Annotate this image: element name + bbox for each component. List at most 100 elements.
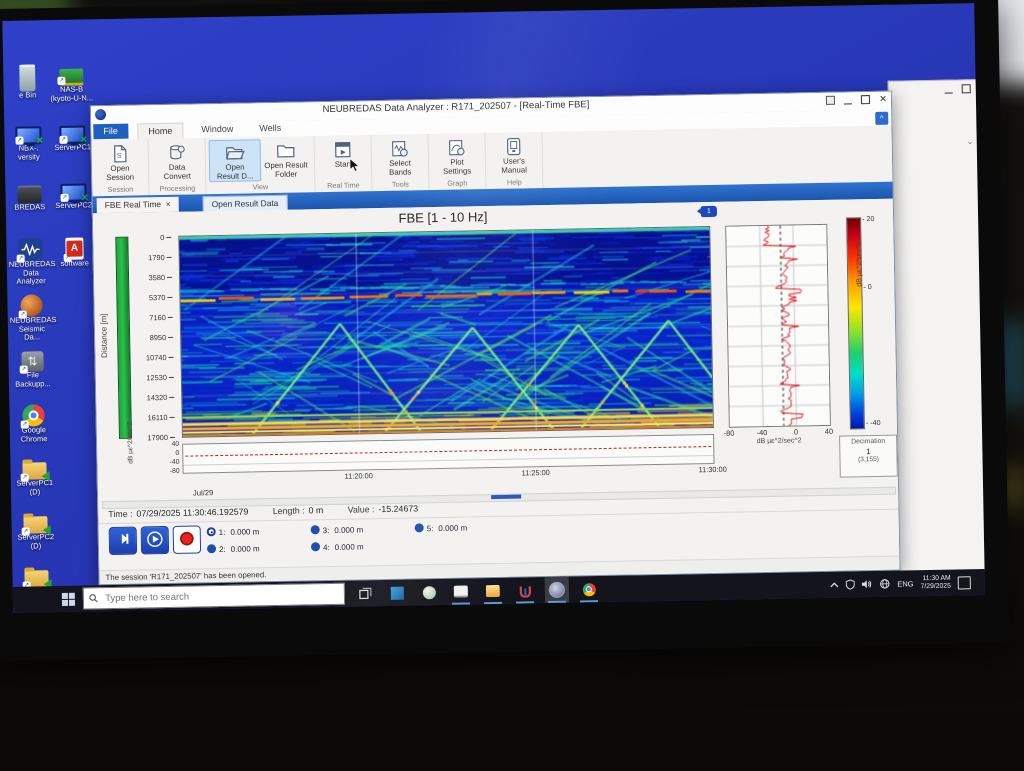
tray-chevron-icon[interactable] (830, 581, 839, 588)
desktop-icon-nas-b[interactable]: ↗NAS-B (kyoto-U-N... (49, 63, 94, 103)
edge-app-icon[interactable] (417, 579, 441, 605)
scrollbar-thumb[interactable] (491, 495, 521, 500)
record-button[interactable] (173, 525, 202, 554)
ribbon-button-data-convert[interactable]: Data Convert (152, 140, 203, 183)
radio-value: 0.000 m (230, 527, 259, 537)
shield-icon[interactable] (846, 579, 855, 589)
radio-icon[interactable] (207, 527, 216, 536)
doc-tab-fbe-real-time[interactable]: FBE Real Time × (97, 197, 179, 213)
action-center-icon[interactable] (958, 576, 971, 589)
fbe-heatmap-canvas[interactable] (178, 226, 714, 438)
radio-icon[interactable] (311, 542, 320, 551)
desktop-icon-serverpc1[interactable]: ↗ServerPC1 (50, 123, 95, 152)
maximize-icon[interactable] (962, 84, 971, 93)
x-tick: 11:25:00 (521, 468, 549, 478)
skip-button[interactable] (109, 527, 138, 556)
x-axis-date: Jul/29 (193, 488, 213, 497)
running-indicator (516, 601, 534, 603)
ribbon-button-start[interactable]: Start (318, 137, 369, 180)
back-icon: ⇅↗ (21, 351, 43, 371)
desktop-icon-google[interactable]: ↗Google Chrome (11, 404, 56, 444)
threshold-dashed-line (185, 446, 711, 457)
bin-icon (19, 64, 35, 91)
speaker-icon[interactable] (862, 579, 873, 589)
fbe-profile-canvas[interactable] (725, 224, 831, 428)
file-explorer-icon[interactable] (481, 578, 505, 604)
language-indicator[interactable]: ENG (897, 579, 913, 588)
ribbon-button-open-result-d-[interactable]: Open Result D... (209, 139, 262, 182)
folder-icon: ↗ (24, 570, 48, 587)
desktop-icon-serverpc1-d-[interactable]: ↗ServerPC1 (D) (12, 458, 57, 497)
desktop-icon-label: Google Chrome (12, 426, 56, 444)
desktop-icon-neubredas[interactable]: ↗NEUBREDAS Data Analyzer (8, 238, 53, 286)
background-window[interactable]: ⌄ (888, 79, 985, 573)
ribbon-button-label: Plot Settings (432, 158, 482, 176)
display-app-icon[interactable] (449, 578, 473, 604)
strip-chart[interactable] (182, 434, 714, 474)
radio-icon[interactable] (415, 523, 424, 532)
buffer-progress-bar[interactable] (115, 237, 132, 439)
ribbon-button-open-result-folder[interactable]: Open Result Folder (261, 138, 312, 181)
radio-icon[interactable] (311, 525, 320, 534)
backup-app-icon[interactable] (513, 577, 537, 603)
desktop-icon-area: e Bin↗NAS-B (kyoto-U-N...↗NBX-. versity↗… (2, 3, 974, 21)
ribbon-button-plot-settings[interactable]: Plot Settings (432, 135, 483, 178)
shortcut-arrow-icon: ↗ (19, 311, 27, 319)
ribbon-collapse-button[interactable]: ^ (875, 112, 888, 125)
ribbon-button-select-bands[interactable]: Select Bands (375, 136, 426, 179)
desktop-icon-serverpc2-d-[interactable]: ↗ServerPC2 (D) (13, 512, 58, 551)
marker-radio-1[interactable]: 1:0.000 m (207, 526, 260, 537)
data-analyzer-app-icon[interactable] (545, 577, 569, 603)
start-button[interactable] (53, 586, 83, 613)
radio-label: 4: (323, 543, 330, 552)
y-tick: 7160 (133, 312, 173, 322)
network-globe-icon[interactable] (880, 579, 890, 589)
marker-tag[interactable]: 1 (701, 206, 717, 217)
maximize-icon[interactable] (861, 95, 870, 104)
pc-icon: ↗ (59, 125, 85, 143)
clock[interactable]: 11:30 AM7/29/2025 (920, 575, 951, 592)
desktop-icon-neubredas[interactable]: ↗NEUBREDAS Seismic Da... (9, 294, 54, 342)
folderopen-icon (210, 143, 260, 162)
radio-icon[interactable] (207, 544, 216, 553)
ribbon-button-open-session[interactable]: SOpen Session (95, 141, 146, 184)
tab-window[interactable]: Window (191, 122, 243, 138)
child-restore-icon[interactable] (826, 96, 835, 105)
marker-radio-4[interactable]: 4:0.000 m (311, 541, 364, 552)
desktop-icon-software[interactable]: ↗software (52, 237, 97, 268)
marker-radio-5[interactable]: 5:0.000 m (415, 523, 468, 534)
marker-radio-3[interactable]: 3:0.000 m (311, 524, 364, 535)
chrome-app-icon[interactable] (577, 576, 601, 602)
chevron-down-icon[interactable]: ⌄ (966, 136, 974, 147)
tab-home[interactable]: Home (137, 123, 183, 140)
convert-icon (152, 143, 202, 162)
bands-icon (375, 139, 425, 158)
search-input[interactable] (103, 587, 339, 604)
radio-label: 2: (219, 545, 226, 554)
minimize-icon[interactable] (945, 86, 953, 94)
wave-icon: ↗ (18, 238, 42, 260)
desktop-icon-serverpc2[interactable]: ↗ServerPC2 (51, 181, 96, 210)
shortcut-arrow-icon: ↗ (64, 254, 72, 262)
taskbar-search[interactable] (83, 583, 345, 610)
desktop-icon-bredas[interactable]: BREDAS (7, 182, 52, 212)
desktop-icon-label: BREDAS (8, 203, 52, 212)
task-view-icon[interactable] (353, 580, 377, 606)
horizontal-scrollbar[interactable] (102, 487, 896, 510)
y-tick: 8950 (133, 332, 173, 342)
background-window-controls[interactable] (945, 84, 971, 95)
close-tab-icon[interactable]: × (166, 199, 171, 209)
play-button[interactable] (141, 526, 170, 555)
tab-file[interactable]: File (93, 124, 128, 140)
marker-radio-2[interactable]: 2:0.000 m (207, 543, 260, 554)
colorbar-label: dB µε^2/sec^2 (855, 219, 864, 309)
shortcut-arrow-icon: ↗ (21, 474, 29, 482)
minimize-icon[interactable] (844, 96, 852, 104)
tab-wells[interactable]: Wells (249, 121, 291, 137)
desktop-icon-e-bin[interactable]: e Bin (5, 64, 50, 100)
desktop-icon-file[interactable]: ⇅↗File Backupp... (10, 350, 55, 389)
ribbon-button-user-s-manual[interactable]: User's Manual (489, 134, 540, 177)
mail-app-icon[interactable] (385, 580, 409, 606)
close-icon[interactable]: ✕ (879, 94, 887, 105)
desktop-icon-nbx-[interactable]: ↗NBX-. versity (6, 124, 51, 162)
